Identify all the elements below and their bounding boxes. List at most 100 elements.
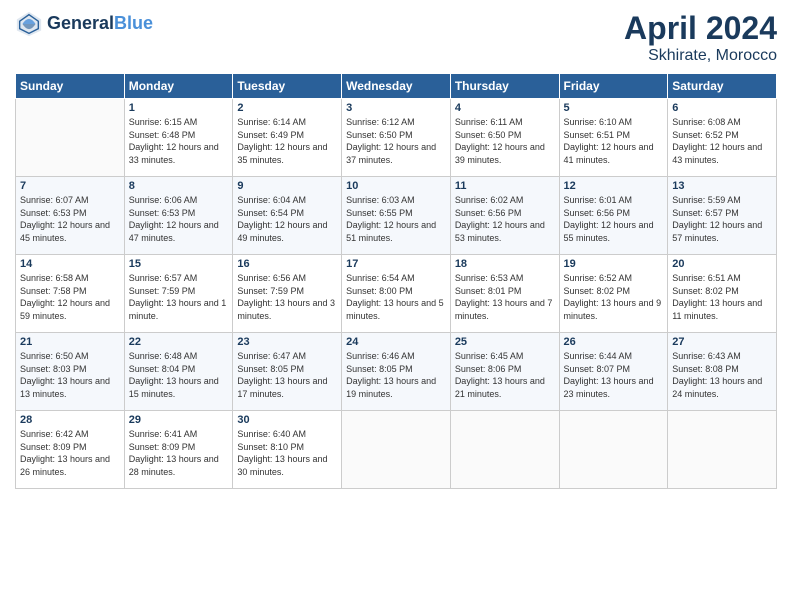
header-row: Sunday Monday Tuesday Wednesday Thursday… [16,74,777,99]
sunset: Sunset: 6:56 PM [455,207,555,220]
sunset: Sunset: 6:55 PM [346,207,446,220]
day-number: 15 [129,258,229,270]
daylight: Daylight: 13 hours and 13 minutes. [20,375,120,400]
day-number: 13 [672,180,772,192]
daylight: Daylight: 13 hours and 30 minutes. [237,453,337,478]
logo-text: GeneralBlue [47,14,153,34]
day-info: Sunrise: 6:01 AM Sunset: 6:56 PM Dayligh… [564,194,664,244]
calendar-cell: 2 Sunrise: 6:14 AM Sunset: 6:49 PM Dayli… [233,99,342,177]
day-number: 11 [455,180,555,192]
daylight: Daylight: 13 hours and 23 minutes. [564,375,664,400]
day-info: Sunrise: 6:15 AM Sunset: 6:48 PM Dayligh… [129,116,229,166]
daylight: Daylight: 12 hours and 53 minutes. [455,219,555,244]
day-info: Sunrise: 6:57 AM Sunset: 7:59 PM Dayligh… [129,272,229,322]
calendar-cell [668,411,777,489]
sunrise: Sunrise: 6:01 AM [564,194,664,207]
day-info: Sunrise: 6:44 AM Sunset: 8:07 PM Dayligh… [564,350,664,400]
day-number: 26 [564,336,664,348]
day-number: 24 [346,336,446,348]
sunrise: Sunrise: 6:53 AM [455,272,555,285]
calendar-cell [450,411,559,489]
day-info: Sunrise: 6:42 AM Sunset: 8:09 PM Dayligh… [20,428,120,478]
calendar-cell: 20 Sunrise: 6:51 AM Sunset: 8:02 PM Dayl… [668,255,777,333]
day-number: 27 [672,336,772,348]
calendar-cell: 22 Sunrise: 6:48 AM Sunset: 8:04 PM Dayl… [124,333,233,411]
day-info: Sunrise: 6:03 AM Sunset: 6:55 PM Dayligh… [346,194,446,244]
daylight: Daylight: 12 hours and 39 minutes. [455,141,555,166]
header: GeneralBlue April 2024 Skhirate, Morocco [15,10,777,65]
calendar-week-1: 1 Sunrise: 6:15 AM Sunset: 6:48 PM Dayli… [16,99,777,177]
calendar-cell: 10 Sunrise: 6:03 AM Sunset: 6:55 PM Dayl… [342,177,451,255]
day-info: Sunrise: 6:40 AM Sunset: 8:10 PM Dayligh… [237,428,337,478]
title-block: April 2024 Skhirate, Morocco [624,10,777,65]
calendar-cell: 6 Sunrise: 6:08 AM Sunset: 6:52 PM Dayli… [668,99,777,177]
daylight: Daylight: 13 hours and 19 minutes. [346,375,446,400]
day-info: Sunrise: 6:06 AM Sunset: 6:53 PM Dayligh… [129,194,229,244]
sunrise: Sunrise: 5:59 AM [672,194,772,207]
day-info: Sunrise: 6:48 AM Sunset: 8:04 PM Dayligh… [129,350,229,400]
calendar-cell: 18 Sunrise: 6:53 AM Sunset: 8:01 PM Dayl… [450,255,559,333]
calendar-week-2: 7 Sunrise: 6:07 AM Sunset: 6:53 PM Dayli… [16,177,777,255]
calendar-cell: 14 Sunrise: 6:58 AM Sunset: 7:58 PM Dayl… [16,255,125,333]
sunset: Sunset: 8:03 PM [20,363,120,376]
calendar-week-4: 21 Sunrise: 6:50 AM Sunset: 8:03 PM Dayl… [16,333,777,411]
daylight: Daylight: 13 hours and 5 minutes. [346,297,446,322]
calendar-cell: 12 Sunrise: 6:01 AM Sunset: 6:56 PM Dayl… [559,177,668,255]
daylight: Daylight: 12 hours and 47 minutes. [129,219,229,244]
day-info: Sunrise: 6:47 AM Sunset: 8:05 PM Dayligh… [237,350,337,400]
day-number: 7 [20,180,120,192]
calendar-cell: 29 Sunrise: 6:41 AM Sunset: 8:09 PM Dayl… [124,411,233,489]
day-info: Sunrise: 6:50 AM Sunset: 8:03 PM Dayligh… [20,350,120,400]
daylight: Daylight: 12 hours and 35 minutes. [237,141,337,166]
daylight: Daylight: 13 hours and 24 minutes. [672,375,772,400]
calendar-cell: 5 Sunrise: 6:10 AM Sunset: 6:51 PM Dayli… [559,99,668,177]
sunrise: Sunrise: 6:40 AM [237,428,337,441]
day-number: 8 [129,180,229,192]
calendar-cell: 8 Sunrise: 6:06 AM Sunset: 6:53 PM Dayli… [124,177,233,255]
calendar-cell: 15 Sunrise: 6:57 AM Sunset: 7:59 PM Dayl… [124,255,233,333]
calendar-cell [559,411,668,489]
sunset: Sunset: 8:09 PM [129,441,229,454]
sunset: Sunset: 8:02 PM [564,285,664,298]
calendar-cell: 4 Sunrise: 6:11 AM Sunset: 6:50 PM Dayli… [450,99,559,177]
logo: GeneralBlue [15,10,153,38]
calendar-cell: 24 Sunrise: 6:46 AM Sunset: 8:05 PM Dayl… [342,333,451,411]
day-info: Sunrise: 6:07 AM Sunset: 6:53 PM Dayligh… [20,194,120,244]
page-container: GeneralBlue April 2024 Skhirate, Morocco… [0,0,792,499]
sunset: Sunset: 6:50 PM [346,129,446,142]
sunset: Sunset: 7:59 PM [237,285,337,298]
sunset: Sunset: 6:51 PM [564,129,664,142]
sunrise: Sunrise: 6:46 AM [346,350,446,363]
calendar-cell: 11 Sunrise: 6:02 AM Sunset: 6:56 PM Dayl… [450,177,559,255]
day-number: 29 [129,414,229,426]
sunset: Sunset: 8:05 PM [346,363,446,376]
calendar-week-3: 14 Sunrise: 6:58 AM Sunset: 7:58 PM Dayl… [16,255,777,333]
daylight: Daylight: 13 hours and 28 minutes. [129,453,229,478]
sunrise: Sunrise: 6:57 AM [129,272,229,285]
sunset: Sunset: 7:59 PM [129,285,229,298]
daylight: Daylight: 12 hours and 57 minutes. [672,219,772,244]
daylight: Daylight: 12 hours and 41 minutes. [564,141,664,166]
sunrise: Sunrise: 6:14 AM [237,116,337,129]
calendar-cell: 1 Sunrise: 6:15 AM Sunset: 6:48 PM Dayli… [124,99,233,177]
calendar-cell: 17 Sunrise: 6:54 AM Sunset: 8:00 PM Dayl… [342,255,451,333]
day-info: Sunrise: 6:41 AM Sunset: 8:09 PM Dayligh… [129,428,229,478]
day-number: 5 [564,102,664,114]
daylight: Daylight: 12 hours and 59 minutes. [20,297,120,322]
sunset: Sunset: 8:00 PM [346,285,446,298]
sunset: Sunset: 8:09 PM [20,441,120,454]
day-number: 16 [237,258,337,270]
sunset: Sunset: 7:58 PM [20,285,120,298]
daylight: Daylight: 12 hours and 49 minutes. [237,219,337,244]
day-number: 1 [129,102,229,114]
calendar-cell: 9 Sunrise: 6:04 AM Sunset: 6:54 PM Dayli… [233,177,342,255]
daylight: Daylight: 13 hours and 21 minutes. [455,375,555,400]
calendar-cell: 3 Sunrise: 6:12 AM Sunset: 6:50 PM Dayli… [342,99,451,177]
daylight: Daylight: 12 hours and 45 minutes. [20,219,120,244]
sunrise: Sunrise: 6:48 AM [129,350,229,363]
day-number: 25 [455,336,555,348]
sunset: Sunset: 8:01 PM [455,285,555,298]
sunset: Sunset: 8:02 PM [672,285,772,298]
calendar-cell: 28 Sunrise: 6:42 AM Sunset: 8:09 PM Dayl… [16,411,125,489]
day-info: Sunrise: 6:12 AM Sunset: 6:50 PM Dayligh… [346,116,446,166]
